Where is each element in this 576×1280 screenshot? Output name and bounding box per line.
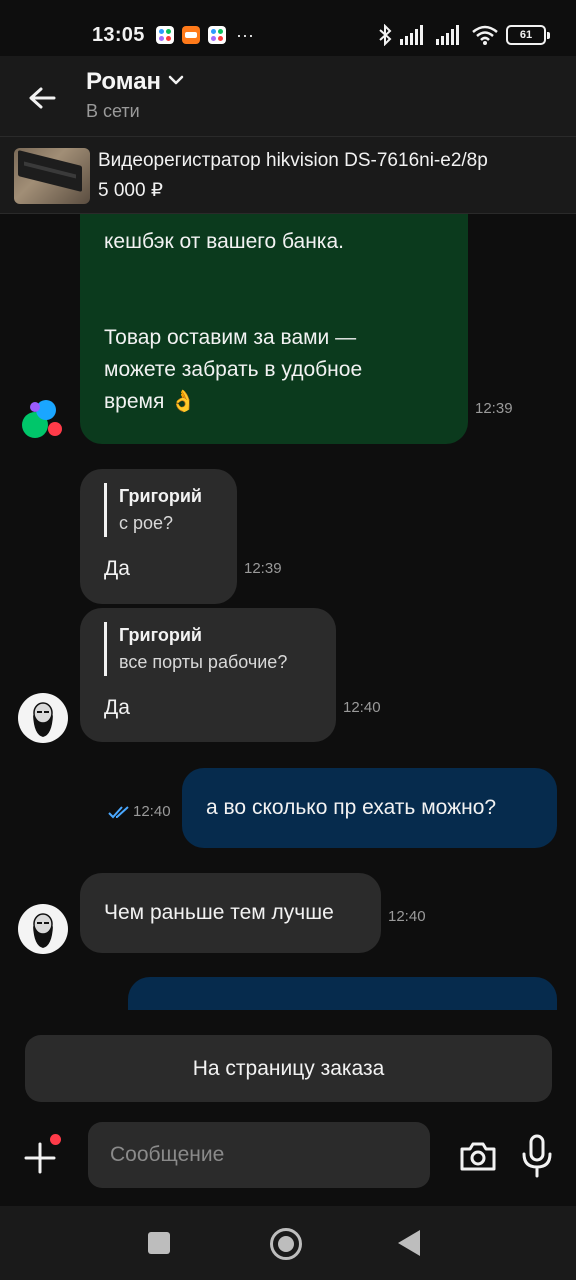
contact-status: В сети [86, 101, 140, 121]
camera-icon[interactable] [458, 1136, 498, 1176]
message-composer [0, 1110, 576, 1206]
contact-avatar[interactable] [18, 904, 68, 954]
app-notification-icon [156, 26, 174, 44]
message-time: 12:40 [343, 699, 381, 716]
message-line: кешбэк от вашего банка. [104, 230, 344, 253]
product-title[interactable]: Видеорегистратор hikvision DS-7616ni-e2/… [98, 150, 488, 172]
reply-text: с рое? [119, 513, 174, 533]
battery-level: 61 [519, 29, 533, 41]
home-button[interactable] [270, 1228, 302, 1260]
product-thumbnail[interactable] [14, 148, 90, 204]
chevron-down-icon[interactable] [168, 74, 184, 86]
contact-name[interactable]: Роман [86, 68, 161, 96]
reply-quote[interactable]: Григорий все порты рабочие? [104, 622, 287, 676]
reply-author: Григорий [119, 486, 202, 506]
message-text: Да [104, 696, 130, 719]
signal-icon [436, 25, 459, 45]
message-line: можете забрать в удобное [104, 358, 363, 381]
reply-author: Григорий [119, 625, 202, 645]
navigation-bar [0, 1206, 576, 1280]
message-text: а во сколько пр ехать можно? [206, 796, 497, 819]
message-bubble[interactable]: Григорий все порты рабочие? Да [80, 608, 336, 742]
message-bubble[interactable]: а во сколько пр ехать можно? [182, 768, 557, 848]
message-line: Товар оставим за вами — [104, 326, 357, 349]
bearded-man-icon [33, 913, 53, 948]
chat-header: Роман В сети [0, 56, 576, 136]
message-time: 12:40 [388, 908, 426, 925]
status-time: 13:05 [92, 24, 145, 46]
message-bubble[interactable] [128, 977, 557, 1010]
order-page-button[interactable]: На страницу заказа [25, 1035, 552, 1102]
message-bubble[interactable]: Григорий с рое? Да [80, 469, 237, 604]
microphone-icon[interactable] [518, 1134, 556, 1178]
message-time: 12:40 [133, 803, 171, 820]
wifi-icon [472, 25, 498, 45]
contact-avatar[interactable] [18, 693, 68, 743]
battery-icon: 61 [506, 25, 550, 45]
message-time: 12:39 [244, 560, 282, 577]
message-text: кешбэк от вашего банка. Товар оставим за… [104, 226, 454, 418]
message-bubble[interactable]: Чем раньше тем лучше [80, 873, 381, 953]
more-dots-icon: ··· [236, 25, 254, 45]
bluetooth-icon [379, 24, 392, 46]
bot-avatar[interactable] [22, 400, 68, 446]
notification-icons: ··· [156, 26, 254, 44]
app-notification-icon [182, 26, 200, 44]
message-text: Чем раньше тем лучше [104, 901, 334, 924]
system-back-button[interactable] [398, 1230, 420, 1256]
message-line: время 👌 [104, 390, 197, 413]
notification-dot [50, 1134, 61, 1145]
message-text: Да [104, 557, 130, 580]
arrow-left-icon [29, 87, 56, 109]
bearded-man-icon [33, 702, 53, 737]
message-list[interactable]: кешбэк от вашего банка. Товар оставим за… [0, 214, 576, 1010]
message-time: 12:39 [475, 400, 513, 417]
reply-quote[interactable]: Григорий с рое? [104, 483, 202, 537]
reply-text: все порты рабочие? [119, 652, 288, 672]
back-button[interactable] [22, 78, 62, 118]
product-bar[interactable]: Видеорегистратор hikvision DS-7616ni-e2/… [0, 136, 576, 214]
recent-apps-button[interactable] [148, 1232, 170, 1254]
system-icons: 61 [378, 24, 550, 46]
plus-icon[interactable] [22, 1140, 58, 1176]
signal-icon [400, 25, 423, 45]
message-line [104, 258, 454, 290]
message-input[interactable] [88, 1122, 430, 1188]
app-notification-icon [208, 26, 226, 44]
product-price: 5 000 ₽ [98, 180, 163, 201]
message-line [104, 290, 454, 322]
message-bubble[interactable]: кешбэк от вашего банка. Товар оставим за… [80, 214, 468, 444]
double-check-icon [108, 806, 129, 819]
